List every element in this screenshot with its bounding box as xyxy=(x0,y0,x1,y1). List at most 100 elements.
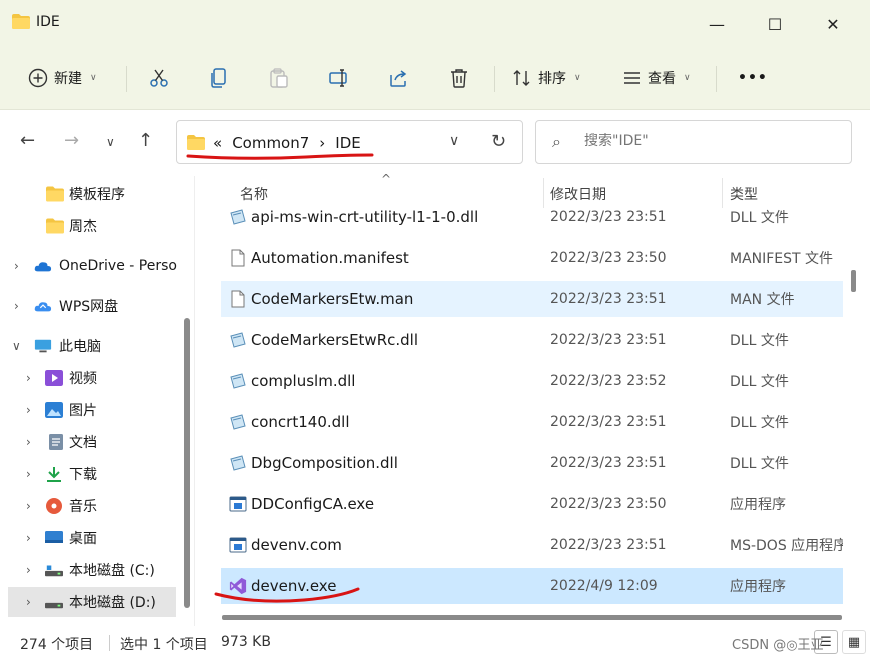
close-button[interactable]: ✕ xyxy=(818,10,848,38)
sidebar-item-desktop[interactable]: › 桌面 xyxy=(0,523,180,553)
sidebar-item-music[interactable]: › 音乐 xyxy=(0,491,180,521)
paste-button[interactable] xyxy=(268,62,290,94)
sidebar-item-drive-d[interactable]: › 本地磁盘 (D:) xyxy=(8,587,176,617)
file-list-vertical-scrollbar[interactable] xyxy=(851,270,856,292)
up-arrow-icon[interactable]: ↑ xyxy=(138,130,153,151)
navigation-pane: 模板程序 周杰 › OneDrive - Perso › WPS网盘 ∨ 此电脑… xyxy=(0,176,194,626)
scissors-icon xyxy=(150,69,168,87)
chevron-right-icon[interactable]: › xyxy=(26,467,31,481)
sidebar-item-wps-drive[interactable]: › WPS网盘 xyxy=(0,291,180,321)
status-divider xyxy=(109,635,110,651)
back-arrow-icon[interactable]: ← xyxy=(20,130,35,151)
file-name: DbgComposition.dll xyxy=(251,454,398,472)
document-icon xyxy=(49,434,63,450)
rename-button[interactable] xyxy=(328,62,350,94)
dll-icon xyxy=(230,373,246,389)
music-icon xyxy=(46,498,62,514)
table-row[interactable]: api-ms-win-crt-utility-l1-1-0.dll 2022/3… xyxy=(221,199,843,235)
sidebar-item-downloads[interactable]: › 下载 xyxy=(0,459,180,489)
table-row[interactable]: concrt140.dll 2022/3/23 23:51 DLL 文件 xyxy=(221,404,843,440)
chevron-right-icon[interactable]: › xyxy=(26,371,31,385)
file-name: CodeMarkersEtwRc.dll xyxy=(251,331,418,349)
computer-icon xyxy=(34,339,52,353)
sidebar-scrollbar[interactable] xyxy=(184,318,190,608)
file-list: ^ 名称 修改日期 类型 api-ms-win-crt-utility-l1-1… xyxy=(203,172,853,626)
table-row[interactable]: CodeMarkersEtw.man 2022/3/23 23:51 MAN 文… xyxy=(221,281,843,317)
table-row[interactable]: devenv.com 2022/3/23 23:51 MS-DOS 应用程序 xyxy=(221,527,843,563)
address-bar[interactable]: « Common7 › IDE ∨ ↻ xyxy=(176,120,523,164)
command-bar: 新建 ∨ 排序 ∨ 查看 ∨ ••• xyxy=(0,48,870,110)
table-row[interactable]: CodeMarkersEtwRc.dll 2022/3/23 23:51 DLL… xyxy=(221,322,843,358)
forward-arrow-icon[interactable]: → xyxy=(64,130,79,151)
chevron-right-icon[interactable]: › xyxy=(26,563,31,577)
chevron-right-icon[interactable]: › xyxy=(14,299,19,313)
file-type: MAN 文件 xyxy=(730,292,795,308)
sidebar-item-videos[interactable]: › 视频 xyxy=(0,363,180,393)
search-box[interactable]: ⌕ xyxy=(535,120,852,164)
chevron-right-icon[interactable]: › xyxy=(26,403,31,417)
file-list-horizontal-scrollbar[interactable] xyxy=(222,615,842,620)
title-bar: IDE — ☐ ✕ xyxy=(0,0,870,48)
sidebar-item-onedrive[interactable]: › OneDrive - Perso xyxy=(0,251,180,281)
tiles-view-button[interactable]: ▦ xyxy=(842,630,866,654)
exe-icon xyxy=(229,537,247,553)
new-button[interactable]: 新建 ∨ xyxy=(28,62,97,94)
pane-divider[interactable] xyxy=(194,176,195,626)
folder-icon xyxy=(187,135,205,150)
file-date: 2022/3/23 23:52 xyxy=(550,373,667,389)
file-type: DLL 文件 xyxy=(730,456,789,472)
table-row[interactable]: DDConfigCA.exe 2022/3/23 23:50 应用程序 xyxy=(221,486,843,522)
file-name: compluslm.dll xyxy=(251,372,356,390)
address-dropdown-chevron-icon[interactable]: ∨ xyxy=(449,133,459,149)
maximize-icon: ☐ xyxy=(767,14,783,34)
sidebar-item-pictures[interactable]: › 图片 xyxy=(0,395,180,425)
sidebar-item-drive-c[interactable]: › 本地磁盘 (C:) xyxy=(0,555,180,585)
file-name: CodeMarkersEtw.man xyxy=(251,290,414,308)
copy-button[interactable] xyxy=(208,62,230,94)
refresh-icon[interactable]: ↻ xyxy=(491,131,506,152)
dll-icon xyxy=(230,414,246,430)
chevron-right-icon[interactable]: › xyxy=(26,435,31,449)
sidebar-item-documents[interactable]: › 文档 xyxy=(0,427,180,457)
folder-icon xyxy=(12,14,30,29)
sidebar-item-zhoujie[interactable]: 周杰 xyxy=(0,211,180,241)
breadcrumb-item-ide[interactable]: IDE xyxy=(335,134,360,152)
search-input[interactable] xyxy=(584,133,834,149)
sort-button[interactable]: 排序 ∨ xyxy=(512,62,581,94)
more-options-button[interactable]: ••• xyxy=(738,62,768,94)
view-button[interactable]: 查看 ∨ xyxy=(622,62,691,94)
sidebar-item-this-pc[interactable]: ∨ 此电脑 xyxy=(0,331,180,361)
breadcrumb-overflow[interactable]: « xyxy=(213,134,222,152)
cut-button[interactable] xyxy=(148,62,170,94)
file-name: concrt140.dll xyxy=(251,413,350,431)
sidebar-item-label: 本地磁盘 (C:) xyxy=(69,563,155,579)
table-row[interactable]: Automation.manifest 2022/3/23 23:50 MANI… xyxy=(221,240,843,276)
chevron-right-icon[interactable]: › xyxy=(26,595,31,609)
delete-button[interactable] xyxy=(448,62,470,94)
file-date: 2022/3/23 23:50 xyxy=(550,496,667,512)
sidebar-item-label: WPS网盘 xyxy=(59,299,119,315)
chevron-right-icon[interactable]: › xyxy=(26,531,31,545)
minimize-button[interactable]: — xyxy=(702,10,732,38)
rename-icon xyxy=(329,69,347,87)
breadcrumb-separator-icon[interactable]: › xyxy=(319,134,325,152)
view-list-icon xyxy=(624,72,640,84)
table-row[interactable]: DbgComposition.dll 2022/3/23 23:51 DLL 文… xyxy=(221,445,843,481)
chevron-right-icon[interactable]: › xyxy=(26,499,31,513)
share-button[interactable] xyxy=(388,62,410,94)
sidebar-item-templates[interactable]: 模板程序 xyxy=(0,179,180,209)
sidebar-item-label: 周杰 xyxy=(69,219,97,235)
more-icon: ••• xyxy=(738,70,768,86)
sort-label: 排序 xyxy=(538,71,566,87)
breadcrumb-item-common7[interactable]: Common7 xyxy=(232,134,309,152)
table-row[interactable]: compluslm.dll 2022/3/23 23:52 DLL 文件 xyxy=(221,363,843,399)
desktop-icon xyxy=(45,531,63,543)
download-icon xyxy=(47,467,61,482)
table-row-selected[interactable]: devenv.exe 2022/4/9 12:09 应用程序 xyxy=(221,568,843,604)
chevron-right-icon[interactable]: › xyxy=(14,259,19,273)
recent-locations-chevron-icon[interactable]: ∨ xyxy=(106,135,115,149)
minimize-icon: — xyxy=(709,14,725,34)
selected-count: 选中 1 个项目 xyxy=(120,637,208,653)
chevron-down-icon[interactable]: ∨ xyxy=(12,339,21,353)
maximize-button[interactable]: ☐ xyxy=(760,10,790,38)
